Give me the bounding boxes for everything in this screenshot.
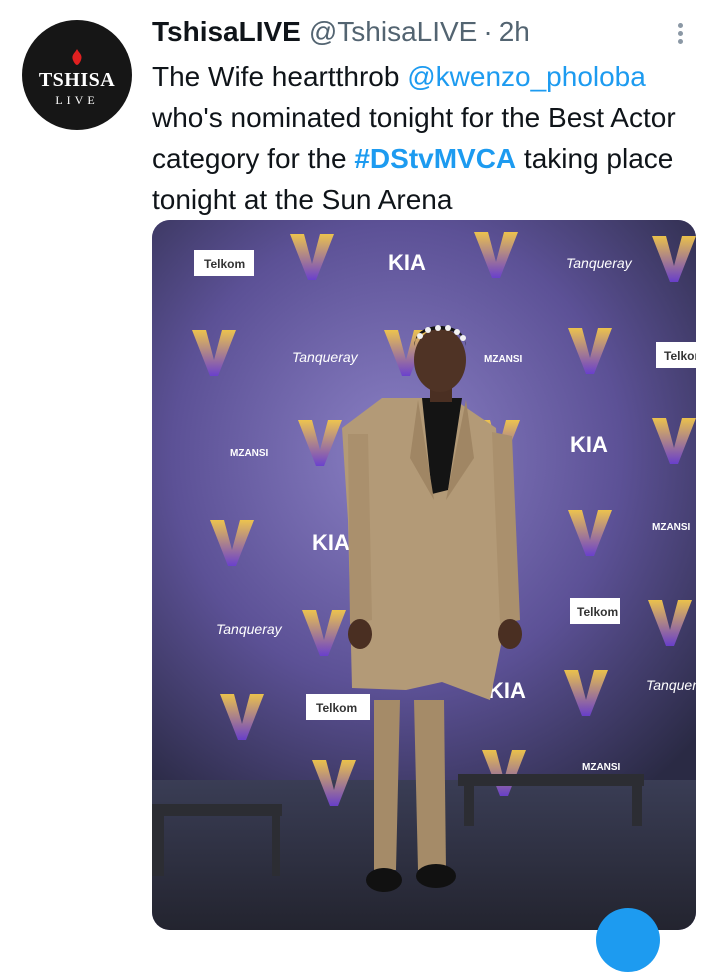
tanqueray-logo: Tanqueray xyxy=(566,255,633,271)
tweet-text-part: The Wife heartthrob xyxy=(152,61,408,92)
mention-link[interactable]: @kwenzo_pholoba xyxy=(407,61,646,92)
more-options-icon[interactable] xyxy=(670,20,690,50)
display-name[interactable]: TshisaLIVE xyxy=(152,16,301,48)
user-handle[interactable]: @TshisaLIVE xyxy=(309,16,478,48)
mzansi-logo: MZANSI xyxy=(230,448,269,459)
compose-fab-icon[interactable] xyxy=(596,908,660,972)
telkom-label: Telkom xyxy=(664,349,696,363)
tweet-text: The Wife heartthrob @kwenzo_pholoba who'… xyxy=(152,56,712,220)
avatar-brand-text: TSHISA xyxy=(38,69,116,91)
telkom-label: Telkom xyxy=(316,701,357,715)
tweet-header: TshisaLIVE @TshisaLIVE · 2h xyxy=(152,16,530,52)
profile-avatar[interactable]: TSHISA LIVE xyxy=(22,20,132,130)
mzansi-logo: MZANSI xyxy=(652,522,691,533)
avatar-brand-subtext: LIVE xyxy=(55,93,99,107)
tweet[interactable]: TSHISA LIVE TshisaLIVE @TshisaLIVE · 2h … xyxy=(0,0,720,972)
tanqueray-logo: Tanqueray xyxy=(646,677,696,693)
hashtag-link[interactable]: #DStvMVCA xyxy=(354,143,516,174)
tanqueray-logo: Tanqueray xyxy=(216,621,283,637)
kia-logo: KIA xyxy=(388,250,426,275)
mzansi-logo: MZANSI xyxy=(582,762,621,773)
kia-logo: KIA xyxy=(312,530,350,555)
flame-icon xyxy=(72,49,82,65)
tanqueray-logo: Tanqueray xyxy=(292,349,359,365)
telkom-label: Telkom xyxy=(204,257,245,271)
kia-logo: KIA xyxy=(570,432,608,457)
tweet-photo[interactable]: Telkom Telkom Telkom Telkom KIA KIA KIA … xyxy=(152,220,696,930)
telkom-label: Telkom xyxy=(577,605,618,619)
mzansi-logo: MZANSI xyxy=(484,354,523,365)
photo-illustration: Telkom Telkom Telkom Telkom KIA KIA KIA … xyxy=(152,220,696,930)
separator-dot: · xyxy=(483,16,493,47)
kia-logo: KIA xyxy=(488,678,526,703)
timestamp[interactable]: 2h xyxy=(499,16,530,48)
